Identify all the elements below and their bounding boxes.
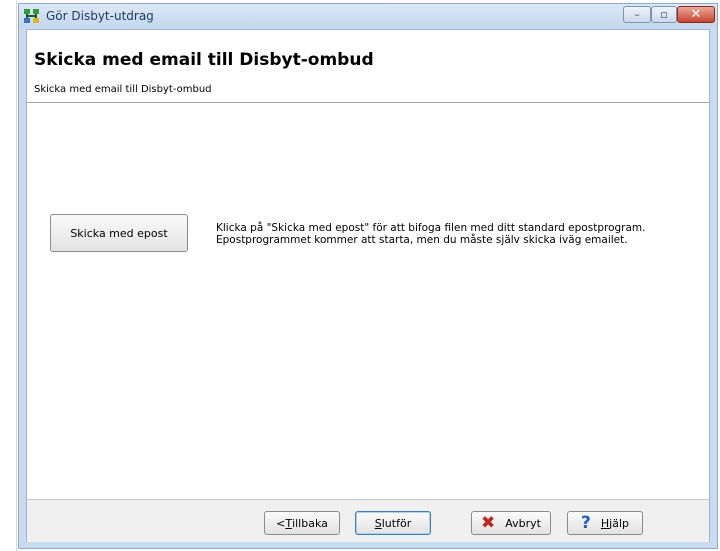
page-subtitle: Skicka med email till Disbyt-ombud: [34, 84, 212, 95]
wizard-content: Skicka med epost Klicka på "Skicka med e…: [27, 103, 709, 498]
finish-mnemonic: S: [374, 516, 382, 530]
wizard-window: Gör Disbyt-utdrag – ▫ ✕ Skicka med email…: [18, 3, 718, 549]
send-email-button[interactable]: Skicka med epost: [50, 214, 188, 252]
instructions-line-2: Epostprogrammet kommer att starta, men d…: [216, 234, 628, 246]
tree-icon: [24, 9, 39, 23]
window-title: Gör Disbyt-utdrag: [46, 9, 154, 23]
minimize-button[interactable]: –: [623, 6, 651, 23]
instructions-line-1: Klicka på "Skicka med epost" för att bif…: [216, 222, 646, 234]
maximize-button[interactable]: ▫: [651, 6, 677, 23]
minimize-icon: –: [634, 8, 640, 21]
back-prefix: <: [276, 516, 286, 530]
close-button[interactable]: ✕: [677, 6, 715, 23]
finish-button[interactable]: Slutför: [355, 511, 431, 535]
help-button[interactable]: ? Hjälp: [567, 511, 643, 535]
background-strip: [0, 0, 17, 551]
instructions-text: Klicka på "Skicka med epost" för att bif…: [216, 222, 696, 246]
back-mnemonic: T: [285, 516, 293, 530]
cancel-label: Avbryt: [505, 516, 541, 530]
close-icon: ✕: [690, 7, 702, 22]
title-bar[interactable]: Gör Disbyt-utdrag – ▫ ✕: [19, 4, 717, 28]
wizard-header: Skicka med email till Disbyt-ombud Skick…: [27, 30, 709, 103]
back-label-rest: illbaka: [292, 516, 328, 530]
finish-label-rest: lutför: [381, 516, 412, 530]
help-mnemonic: H: [600, 516, 610, 530]
back-button[interactable]: < Tillbaka: [264, 511, 340, 535]
help-label-rest: jälp: [609, 516, 629, 530]
blue-question-icon: ?: [581, 512, 591, 533]
wizard-client-area: Skicka med email till Disbyt-ombud Skick…: [26, 29, 710, 542]
wizard-footer: < Tillbaka Slutför ✖ Avbryt ? Hjälp: [27, 499, 709, 542]
page-title: Skicka med email till Disbyt-ombud: [34, 50, 374, 70]
cancel-button[interactable]: ✖ Avbryt: [471, 511, 551, 535]
red-x-icon: ✖: [481, 512, 496, 533]
maximize-icon: ▫: [660, 8, 668, 21]
